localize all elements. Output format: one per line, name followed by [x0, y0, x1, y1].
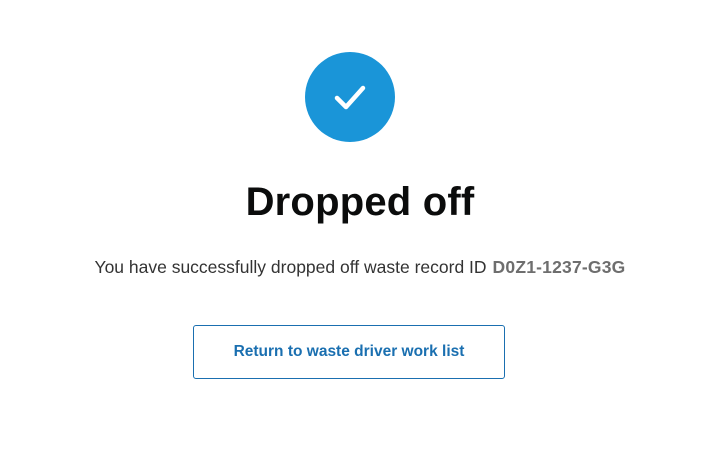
check-icon: [334, 85, 366, 110]
confirmation-text: You have successfully dropped off waste …: [94, 257, 487, 277]
page-title: Dropped off: [245, 180, 475, 224]
confirmation-page: Dropped off You have successfully droppe…: [0, 0, 720, 469]
success-badge: [305, 52, 395, 142]
waste-record-id: D0Z1-1237-G3G: [492, 257, 626, 277]
return-to-work-list-button[interactable]: Return to waste driver work list: [193, 325, 505, 379]
confirmation-message: You have successfully dropped off waste …: [0, 257, 720, 278]
